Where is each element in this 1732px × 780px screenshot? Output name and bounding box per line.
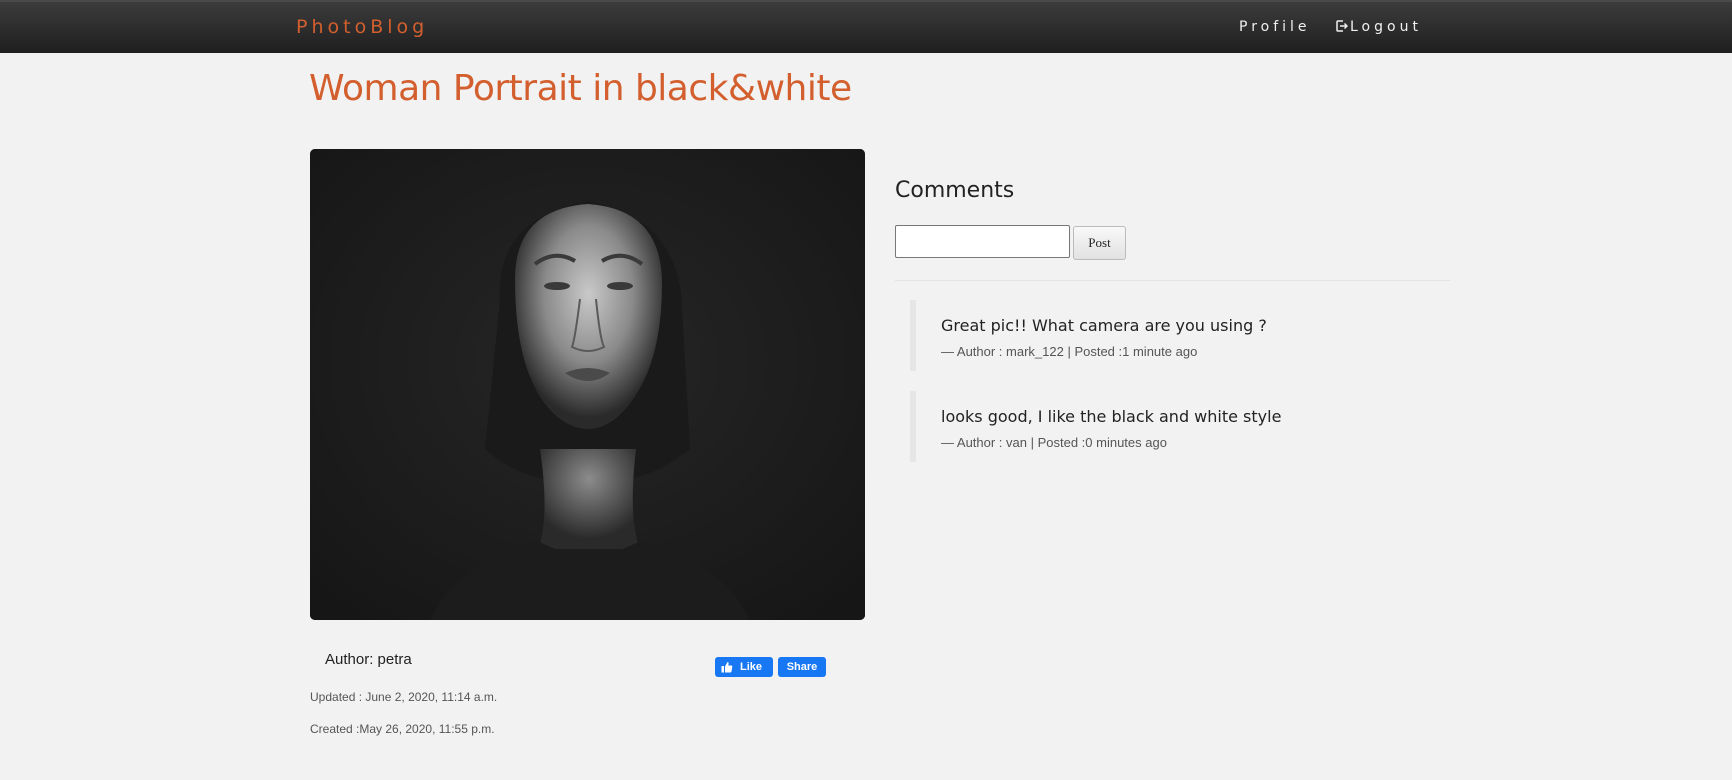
brand-logo[interactable]: PhotoBlog — [296, 16, 428, 38]
comments-heading: Comments — [895, 178, 1015, 203]
comment-text: looks good, I like the black and white s… — [941, 407, 1282, 426]
divider — [895, 280, 1450, 281]
portrait-image — [310, 149, 865, 620]
comment-item: looks good, I like the black and white s… — [910, 391, 1450, 462]
comment-input[interactable] — [895, 225, 1070, 258]
nav-logout-link[interactable]: Logout — [1336, 19, 1422, 35]
facebook-share-button[interactable]: Share — [778, 657, 826, 677]
share-label: Share — [786, 661, 818, 673]
post-comment-button[interactable]: Post — [1073, 226, 1126, 260]
nav-profile-link[interactable]: Profile — [1239, 19, 1311, 35]
updated-timestamp: Updated : June 2, 2020, 11:14 a.m. — [310, 690, 498, 704]
facebook-like-button[interactable]: Like — [715, 657, 773, 677]
like-label: Like — [739, 661, 762, 673]
comment-item: Great pic!! What camera are you using ? … — [910, 300, 1450, 371]
thumbs-up-icon — [721, 662, 733, 673]
comment-meta: — Author : mark_122 | Posted :1 minute a… — [941, 344, 1198, 359]
created-timestamp: Created :May 26, 2020, 11:55 p.m. — [310, 722, 495, 736]
logout-label: Logout — [1350, 19, 1422, 35]
post-title: Woman Portrait in black&white — [309, 68, 852, 109]
top-navbar: PhotoBlog Profile Logout — [0, 0, 1732, 53]
post-photo — [310, 149, 865, 620]
post-author: Author: petra — [325, 651, 412, 668]
comment-meta: — Author : van | Posted :0 minutes ago — [941, 435, 1167, 450]
logout-icon — [1336, 20, 1348, 32]
comment-text: Great pic!! What camera are you using ? — [941, 316, 1267, 335]
